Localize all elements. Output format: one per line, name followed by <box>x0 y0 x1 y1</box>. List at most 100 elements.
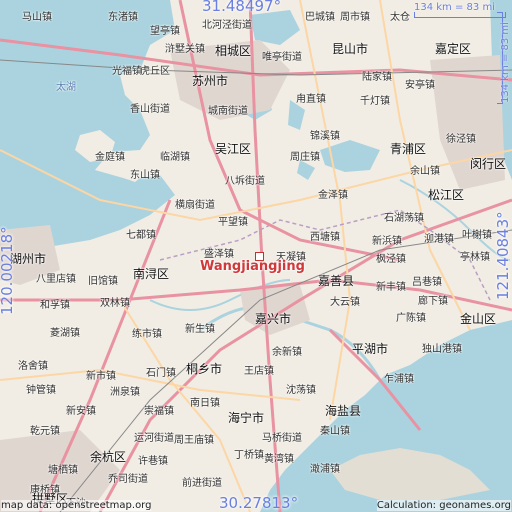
place-label-xinbang: 新浜镇 <box>372 236 402 247</box>
place-label-dongshan: 东山镇 <box>130 170 160 181</box>
place-label-luoshe: 洛舍镇 <box>18 361 48 372</box>
place-label-zhouzhuang_k: 周市镇 <box>340 12 370 23</box>
calc-credit[interactable]: Calculation: geonames.org <box>376 500 511 511</box>
place-label-wangting: 望亭镇 <box>150 26 180 37</box>
place-label-pingwang: 平望镇 <box>218 217 248 228</box>
place-label-shuanglin: 双林镇 <box>100 298 130 309</box>
place-label-zhongguan: 钟管镇 <box>26 385 56 396</box>
place-label-guangfu: 光福镇 <box>112 66 142 77</box>
place-label-linghu: 菱湖镇 <box>50 328 80 339</box>
map-credit[interactable]: map data: openstreetmap.org <box>1 500 152 511</box>
place-label-linhu: 临湖镇 <box>160 152 190 163</box>
place-label-yuhang: 余杭区 <box>90 450 127 464</box>
place-label-yunhe: 运河街道 <box>134 433 174 444</box>
place-label-jinze: 金泽镇 <box>318 190 348 201</box>
place-label-xinsheng: 新生镇 <box>185 324 215 335</box>
place-label-qiandeng: 千灯镇 <box>360 96 390 107</box>
place-label-shihuang: 泖港镇 <box>424 234 454 245</box>
place-label-dushangang: 独山港镇 <box>422 344 462 355</box>
place-label-jinting: 金庭镇 <box>95 152 125 163</box>
latitude-bottom: 30.27813° <box>219 494 299 512</box>
place-label-yuxin: 余新镇 <box>272 347 302 358</box>
place-label-qiaosi: 乔司街道 <box>108 474 148 485</box>
place-label-zhapu: 乍浦镇 <box>384 374 414 385</box>
place-label-xitang: 西塘镇 <box>310 232 340 243</box>
place-label-zhouquan: 洲泉镇 <box>110 387 140 398</box>
place-label-shimen: 石门镇 <box>146 368 176 379</box>
place-label-yexie: 叶榭镇 <box>462 230 492 241</box>
place-label-shengze: 盛泽镇 <box>204 249 234 260</box>
place-label-jinshan: 金山区 <box>460 312 497 326</box>
place-label-bacheng: 巴城镇 <box>305 12 335 23</box>
place-label-dongzhu: 东渚镇 <box>108 12 138 23</box>
place-label-tongxiang: 桐乡市 <box>186 362 223 376</box>
scale-label-top: 134 km = 83 mi <box>414 2 495 13</box>
place-label-lvxiang: 吕巷镇 <box>412 277 442 288</box>
place-label-xiangcheng: 相城区 <box>215 44 252 58</box>
place-label-xinshi: 新市镇 <box>86 371 116 382</box>
scale-label-right: 134 km = 83 mi <box>500 22 511 103</box>
place-label-jiuguan: 旧馆镇 <box>88 276 118 287</box>
place-label-hexi: 和孚镇 <box>40 300 70 311</box>
longitude-right: 121.40843° <box>494 211 512 300</box>
place-label-songjiang: 松江区 <box>428 188 465 202</box>
place-label-chengnan: 城南街道 <box>208 106 248 117</box>
place-label-xiangshan: 香山街道 <box>130 104 170 115</box>
place-label-kunshan: 昆山市 <box>332 42 369 56</box>
place-label-guangchen: 广陈镇 <box>396 313 426 324</box>
place-label-taicang: 太仓 <box>390 12 410 23</box>
longitude-left: 120.00218° <box>0 226 16 315</box>
place-label-dayun: 大云镇 <box>330 297 360 308</box>
place-label-hengshan: 横扇街道 <box>175 200 215 211</box>
place-label-yushan: 余山镇 <box>410 166 440 177</box>
place-label-huanghua: 黄湾镇 <box>264 454 294 465</box>
place-label-balidian: 八里店镇 <box>36 274 76 285</box>
place-label-cheyang: 澉浦镇 <box>310 464 340 475</box>
place-label-qianyuan: 乾元镇 <box>30 426 60 437</box>
place-label-shendang: 沈荡镇 <box>286 385 316 396</box>
place-label-suzhou: 苏州市 <box>192 74 229 88</box>
place-label-haining: 海宁市 <box>228 411 265 425</box>
place-label-chongfu: 崇福镇 <box>144 406 174 417</box>
place-label-loufeng: 唯亭街道 <box>262 52 302 63</box>
place-label-fengjing: 枫泾镇 <box>376 254 406 265</box>
place-label-langxia: 廊下镇 <box>418 296 448 307</box>
place-label-haiyan: 海盐县 <box>325 404 362 418</box>
place-label-anting: 安亭镇 <box>405 80 435 91</box>
place-label-qingpu: 青浦区 <box>390 142 427 156</box>
place-label-xuxiang: 许巷镇 <box>138 456 168 467</box>
place-label-beiqiao: 北河泾街道 <box>202 20 252 31</box>
place-label-nanri: 南日镇 <box>190 398 220 409</box>
place-label-xuguan: 浒墅关镇 <box>165 44 205 55</box>
location-label: Wangjiangjing <box>200 259 305 274</box>
place-label-minhang: 闵行区 <box>470 157 507 171</box>
place-label-tangqi: 塘栖镇 <box>48 465 78 476</box>
place-label-shihu: 石湖荡镇 <box>384 213 424 224</box>
latitude-top: 31.48497° <box>202 0 282 15</box>
place-label-jiashan: 嘉善县 <box>318 274 355 288</box>
place-label-nanxun: 南浔区 <box>133 267 170 281</box>
place-label-wangdian: 王店镇 <box>244 366 274 377</box>
place-label-qinshan: 秦山镇 <box>320 426 350 437</box>
place-label-jiaxing: 嘉兴市 <box>255 312 292 326</box>
place-label-xinfeng: 新丰镇 <box>376 282 406 293</box>
place-label-luomu: 陆家镇 <box>362 72 392 83</box>
place-label-yongzhi: 甪直镇 <box>296 94 326 105</box>
place-label-qiantang: 前进街道 <box>182 478 222 489</box>
place-label-wujiang: 吴江区 <box>215 142 252 156</box>
place-label-pinghu: 平湖市 <box>352 342 389 356</box>
place-label-bachi: 八坼街道 <box>225 176 265 187</box>
place-label-jiading: 嘉定区 <box>435 42 472 56</box>
place-label-xujing: 徐泾镇 <box>446 134 476 145</box>
place-label-xinan: 新安镇 <box>66 406 96 417</box>
place-label-tinglin: 亭林镇 <box>460 252 490 263</box>
place-label-huqiu: 虎丘区 <box>140 66 170 77</box>
place-label-dingqiao: 丁桥镇 <box>234 450 264 461</box>
place-label-taihu: 太湖 <box>56 82 76 93</box>
place-label-malu: 马桥街道 <box>262 433 302 444</box>
place-label-jinxi: 锦溪镇 <box>310 131 340 142</box>
place-label-zhouwang: 周王庙镇 <box>174 435 214 446</box>
place-label-mashan: 马山镇 <box>22 12 52 23</box>
place-label-zhouzhuang: 周庄镇 <box>290 152 320 163</box>
place-label-lianshi: 练市镇 <box>132 329 162 340</box>
